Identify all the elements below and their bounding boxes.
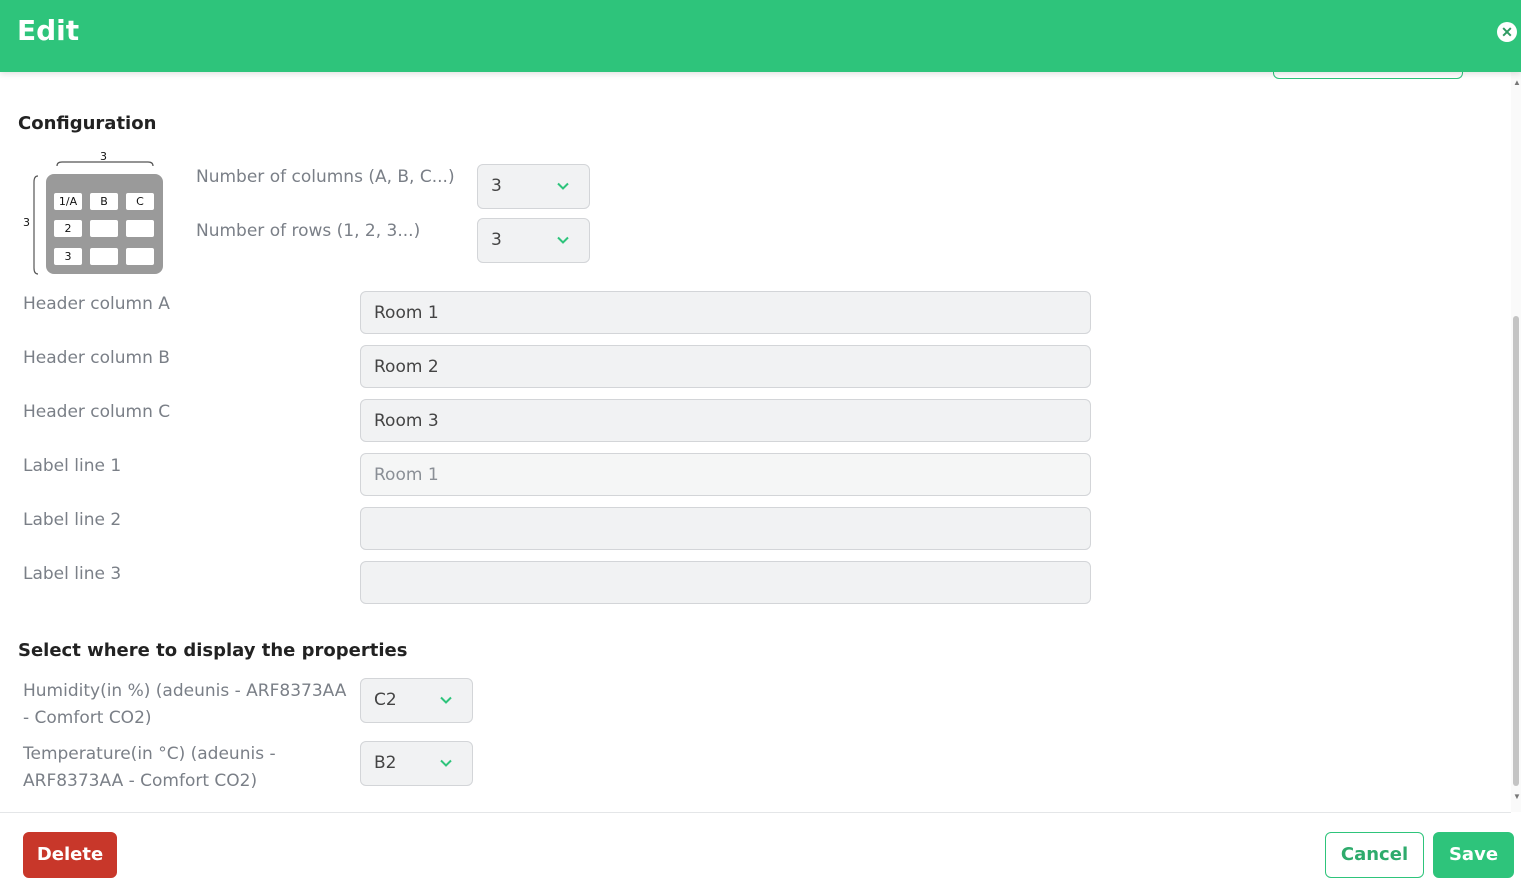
grid-cell: 1/A	[54, 193, 82, 210]
grid-cell: 2	[54, 220, 82, 237]
columns-select[interactable]: 3	[477, 164, 590, 209]
header-column-b-label: Header column B	[23, 348, 170, 368]
save-button[interactable]: Save	[1433, 832, 1514, 878]
columns-label: Number of columns (A, B, C...)	[196, 167, 455, 187]
grid-cell: B	[90, 193, 118, 210]
humidity-position-select[interactable]: C2	[360, 678, 473, 723]
label-line-2-label: Label line 2	[23, 510, 122, 530]
close-icon[interactable]: ✕	[1497, 22, 1517, 42]
humidity-position-value: C2	[374, 690, 397, 710]
label-line-3-label: Label line 3	[23, 564, 122, 584]
grid-cell: 3	[54, 248, 82, 265]
grid-cell	[90, 220, 118, 237]
label-line-2-input[interactable]	[360, 507, 1091, 550]
label-line-3-input[interactable]	[360, 561, 1091, 604]
configuration-title: Configuration	[18, 113, 157, 134]
grid-cell	[126, 220, 154, 237]
properties-title: Select where to display the properties	[18, 640, 408, 661]
header-column-c-label: Header column C	[23, 402, 171, 422]
scroll-down-icon[interactable]: ▼	[1513, 792, 1521, 801]
temperature-position-value: B2	[374, 753, 397, 773]
rows-label: Number of rows (1, 2, 3...)	[196, 221, 421, 241]
temperature-label: Temperature(in °C) (adeunis - ARF8373AA …	[23, 741, 276, 795]
header-column-c-input[interactable]	[360, 399, 1091, 442]
delete-button[interactable]: Delete	[23, 832, 117, 878]
grid-cell	[90, 248, 118, 265]
grid-top-bracket	[56, 161, 154, 167]
grid-side-count: 3	[23, 216, 30, 229]
rows-select[interactable]: 3	[477, 218, 590, 263]
grid-side-bracket	[33, 175, 39, 275]
humidity-label-line2: - Comfort CO2)	[23, 708, 152, 728]
grid-cell	[126, 248, 154, 265]
humidity-label: Humidity(in %) (adeunis - ARF8373AA - Co…	[23, 678, 346, 732]
chevron-down-icon	[557, 236, 569, 244]
grid-cell: C	[126, 193, 154, 210]
label-line-1-label: Label line 1	[23, 456, 122, 476]
temperature-label-line1: Temperature(in °C) (adeunis -	[23, 744, 276, 764]
grid-illustration: 3 3 1/A B C 2 3	[18, 150, 168, 280]
scroll-up-icon[interactable]: ▲	[1513, 78, 1521, 87]
humidity-label-line1: Humidity(in %) (adeunis - ARF8373AA	[23, 681, 347, 701]
columns-select-value: 3	[491, 176, 502, 196]
cancel-button[interactable]: Cancel	[1325, 832, 1424, 878]
rows-select-value: 3	[491, 230, 502, 250]
temperature-label-line2: ARF8373AA - Comfort CO2)	[23, 771, 258, 791]
header-column-a-label: Header column A	[23, 294, 170, 314]
header-column-b-input[interactable]	[360, 345, 1091, 388]
dialog-header: Edit ✕	[0, 0, 1521, 72]
chevron-down-icon	[440, 759, 452, 767]
dialog-title: Edit	[17, 14, 80, 47]
chevron-down-icon	[440, 696, 452, 704]
footer-divider	[0, 812, 1511, 813]
grid-box: 1/A B C 2 3	[46, 174, 163, 274]
scrollbar-thumb[interactable]	[1513, 316, 1519, 786]
chevron-down-icon	[557, 182, 569, 190]
label-line-1-input[interactable]	[360, 453, 1091, 496]
temperature-position-select[interactable]: B2	[360, 741, 473, 786]
header-column-a-input[interactable]	[360, 291, 1091, 334]
